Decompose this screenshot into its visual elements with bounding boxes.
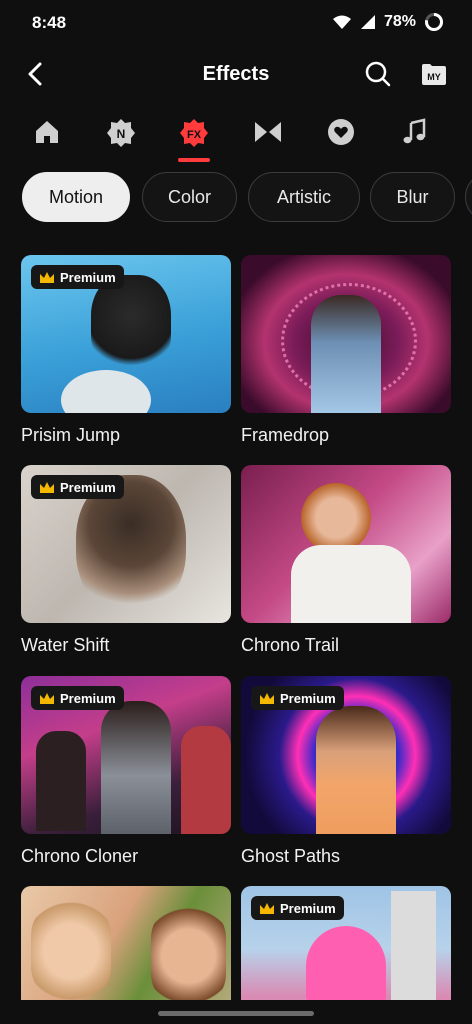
- filter-chips: Motion Color Artistic Blur: [0, 172, 472, 224]
- premium-badge: Premium: [31, 265, 124, 289]
- crown-icon: [40, 692, 54, 704]
- wifi-icon: [332, 15, 351, 29]
- my-label: MY: [427, 72, 441, 82]
- chip-artistic[interactable]: Artistic: [248, 172, 360, 222]
- crown-icon: [40, 481, 54, 493]
- cellular-signal-icon: [360, 15, 375, 29]
- effect-thumbnail: [241, 465, 451, 623]
- tab-new[interactable]: N: [96, 112, 146, 162]
- status-bar: 8:48 78%: [0, 0, 472, 48]
- effect-thumbnail: Premium: [241, 886, 451, 1000]
- battery-percent: 78%: [383, 13, 416, 30]
- effect-thumbnail: Premium: [21, 676, 231, 834]
- chip-blur[interactable]: Blur: [370, 172, 455, 222]
- home-icon: [36, 121, 58, 143]
- premium-badge: Premium: [251, 686, 344, 710]
- chip-motion[interactable]: Motion: [22, 172, 130, 222]
- effect-thumbnail: [241, 255, 451, 413]
- search-icon: [365, 61, 391, 87]
- fx-icon: FX: [180, 119, 208, 147]
- premium-badge: Premium: [31, 686, 124, 710]
- top-app-bar: Effects MY: [0, 48, 472, 102]
- status-time: 8:48: [32, 13, 67, 32]
- crown-icon: [260, 692, 274, 704]
- effect-card[interactable]: Premium Chrono Cloner: [21, 676, 231, 867]
- chip-color[interactable]: Color: [142, 172, 237, 222]
- svg-text:N: N: [117, 127, 126, 141]
- effect-name: Ghost Paths: [241, 846, 341, 866]
- effect-name: Prisim Jump: [21, 425, 121, 445]
- my-library-button[interactable]: MY: [420, 62, 448, 86]
- effect-thumbnail: Premium: [21, 465, 231, 623]
- chip-more[interactable]: [465, 172, 472, 222]
- favorite-heart-icon: [328, 119, 354, 145]
- effect-card[interactable]: Premium Ghost Paths: [241, 676, 451, 867]
- active-tab-indicator: [178, 158, 210, 162]
- tab-home[interactable]: [22, 112, 72, 162]
- effect-card[interactable]: Chrono Trail: [241, 465, 451, 656]
- effect-card[interactable]: Premium Prisim Jump: [21, 255, 231, 446]
- page-title: Effects: [202, 63, 270, 85]
- premium-badge: Premium: [31, 475, 124, 499]
- effect-name: Chrono Cloner: [21, 846, 139, 866]
- premium-badge: Premium: [251, 896, 344, 920]
- tab-favorites[interactable]: [316, 112, 366, 162]
- effect-card[interactable]: Framedrop: [241, 255, 451, 446]
- effect-thumbnail: Premium: [241, 676, 451, 834]
- category-tabs: N FX: [0, 112, 472, 162]
- svg-text:FX: FX: [187, 129, 202, 141]
- my-folder-icon: MY: [422, 64, 446, 85]
- effect-name: Framedrop: [241, 425, 330, 445]
- tab-transitions[interactable]: [243, 112, 293, 162]
- battery-ring-icon: [425, 13, 443, 31]
- effect-name: Chrono Trail: [241, 635, 340, 655]
- effect-card[interactable]: Premium Water Shift: [21, 465, 231, 656]
- tab-music[interactable]: [389, 112, 439, 162]
- effect-card[interactable]: [21, 886, 231, 1000]
- effect-thumbnail: Premium: [21, 255, 231, 413]
- new-badge-icon: N: [107, 119, 135, 147]
- crown-icon: [40, 271, 54, 283]
- effect-card[interactable]: Premium: [241, 886, 451, 1000]
- effect-thumbnail: [21, 886, 231, 1000]
- music-note-icon: [403, 118, 426, 144]
- transition-icon: [255, 122, 281, 142]
- tab-fx[interactable]: FX: [169, 112, 219, 162]
- home-indicator[interactable]: [158, 1011, 314, 1016]
- effects-grid: Premium Prisim Jump Framedrop Premium Wa…: [0, 255, 472, 1000]
- effect-name: Water Shift: [21, 635, 110, 655]
- crown-icon: [260, 902, 274, 914]
- search-button[interactable]: [360, 56, 396, 92]
